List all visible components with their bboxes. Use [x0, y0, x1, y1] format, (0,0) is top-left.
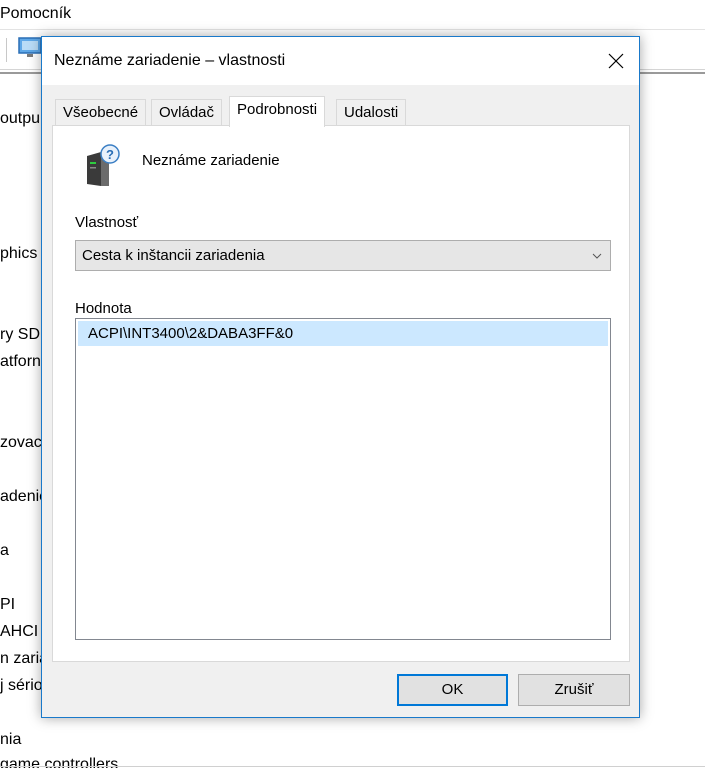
tree-item[interactable]: a [0, 542, 42, 560]
tree-item[interactable]: adenie [0, 488, 42, 506]
tree-item[interactable]: PI [0, 596, 42, 614]
tree-item[interactable]: nia [0, 731, 42, 749]
dialog-title: Neznáme zariadenie – vlastnosti [54, 52, 286, 69]
unknown-device-icon: ? [79, 144, 125, 190]
value-label: Hodnota [75, 300, 132, 317]
cancel-button[interactable]: Zrušiť [518, 674, 630, 706]
tree-item[interactable]: outpu [0, 110, 42, 128]
tree-item[interactable]: phics [0, 245, 42, 263]
svg-text:?: ? [106, 147, 114, 162]
property-label: Vlastnosť [75, 214, 139, 231]
tree-item[interactable]: AHCI c [0, 623, 42, 641]
tree-item[interactable]: zovac [0, 434, 42, 452]
close-icon [608, 53, 624, 69]
tab-events[interactable]: Udalosti [336, 99, 407, 126]
chevron-down-icon [592, 253, 602, 259]
property-dropdown[interactable]: Cesta k inštancii zariadenia [75, 240, 611, 271]
tab-general[interactable]: Všeobecné [55, 99, 147, 126]
menu-item-help[interactable]: Pomocník [0, 5, 71, 23]
device-name: Neznáme zariadenie [142, 152, 280, 169]
tab-details[interactable]: Podrobnosti [229, 96, 326, 127]
status-divider [0, 766, 705, 767]
dialog-titlebar[interactable]: Neznáme zariadenie – vlastnosti [42, 37, 639, 85]
ok-button[interactable]: OK [397, 674, 508, 706]
toolbar-separator [6, 38, 7, 62]
close-button[interactable] [593, 37, 639, 85]
tree-item[interactable]: n zaria [0, 650, 42, 668]
tab-strip: Všeobecné Ovládač Podrobnosti Udalosti [52, 96, 630, 127]
menu-bar: Pomocník [0, 0, 705, 30]
value-list[interactable]: ACPI\INT3400\2&DABA3FF&0 [75, 318, 611, 640]
tree-item[interactable]: j sério [0, 677, 42, 695]
tree-item[interactable]: ry SD [0, 326, 42, 344]
tab-driver[interactable]: Ovládač [151, 99, 223, 126]
properties-dialog: Neznáme zariadenie – vlastnosti Všeobecn… [41, 36, 640, 718]
list-item[interactable]: ACPI\INT3400\2&DABA3FF&0 [78, 321, 608, 346]
property-selected-value: Cesta k inštancii zariadenia [82, 247, 265, 264]
details-panel: ? Neznáme zariadenie Vlastnosť Cesta k i… [52, 125, 630, 662]
tree-item[interactable]: atforn [0, 353, 42, 371]
